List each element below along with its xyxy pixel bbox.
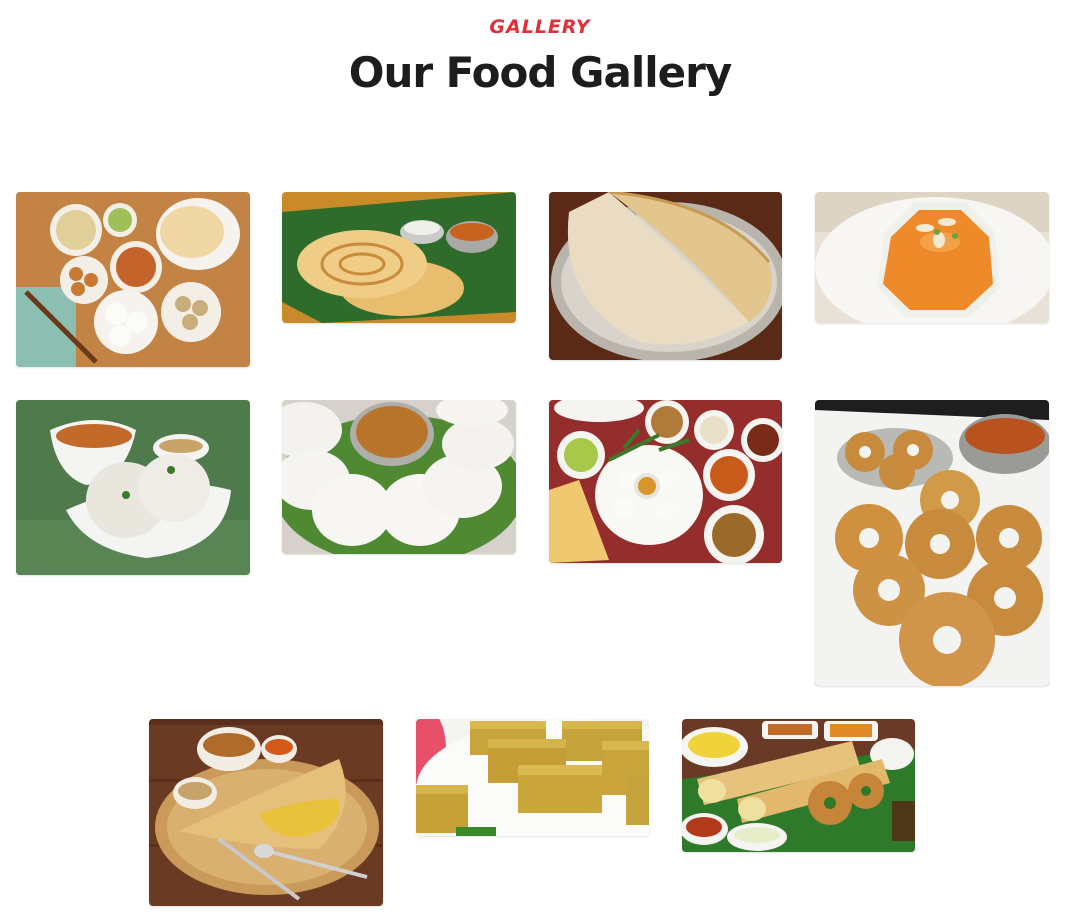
- plain-dosa-image: [549, 192, 782, 360]
- gallery-image-idli-thali[interactable]: [549, 400, 782, 563]
- parotta-image: [282, 192, 516, 323]
- medu-vada-image: [815, 400, 1049, 686]
- breakfast-platter-image: [16, 192, 250, 367]
- gallery-image-dosa-vada[interactable]: [682, 719, 915, 852]
- gallery-image-masala-dosa[interactable]: [149, 719, 383, 906]
- gallery-image-kesari[interactable]: [815, 192, 1049, 323]
- idli-sambar-image: [282, 400, 516, 554]
- gallery-image-medu-vada[interactable]: [815, 400, 1049, 686]
- gallery-image-parotta[interactable]: [282, 192, 516, 323]
- kesari-image: [815, 192, 1049, 323]
- rava-idli-image: [16, 400, 250, 575]
- mysore-pak-image: [416, 719, 649, 836]
- gallery-image-breakfast-platter[interactable]: [16, 192, 250, 367]
- idli-thali-image: [549, 400, 782, 563]
- gallery-image-idli-sambar[interactable]: [282, 400, 516, 554]
- gallery-image-plain-dosa[interactable]: [549, 192, 782, 360]
- page-title: Our Food Gallery: [348, 48, 733, 97]
- gallery-image-mysore-pak[interactable]: [416, 719, 649, 836]
- masala-dosa-image: [149, 719, 383, 906]
- gallery-image-rava-idli[interactable]: [16, 400, 250, 575]
- gallery-eyebrow: GALLERY: [489, 16, 591, 38]
- dosa-vada-image: [682, 719, 915, 852]
